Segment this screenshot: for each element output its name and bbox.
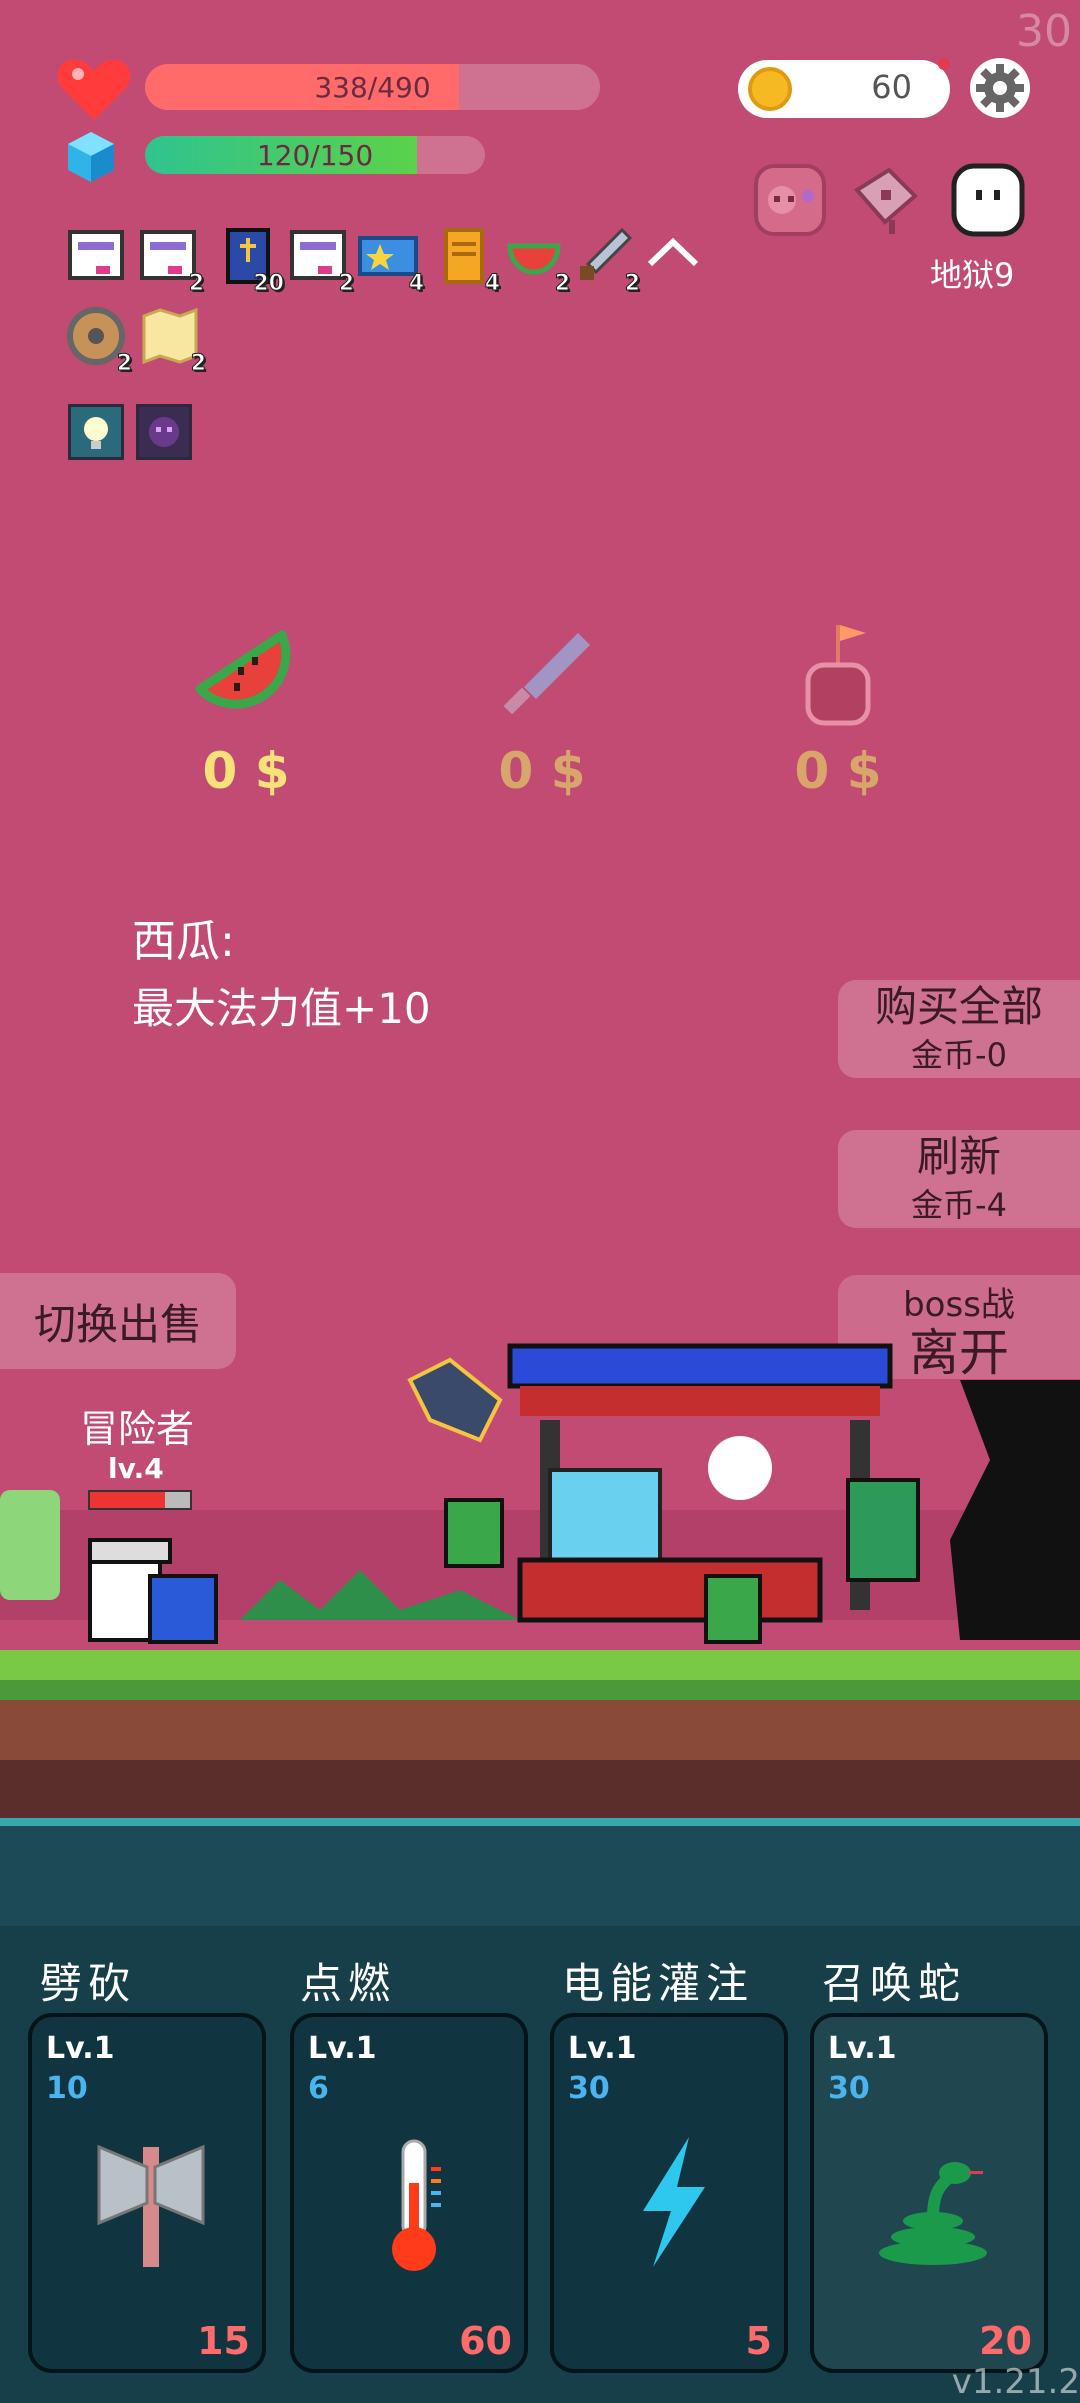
skill-cost: 6 (308, 2071, 329, 2106)
refresh-button[interactable]: 刷新 金币-4 (838, 1130, 1080, 1228)
skill-level: Lv.1 (308, 2031, 377, 2066)
skill-card-charge[interactable]: Lv.1 30 5 (550, 2013, 788, 2373)
snake-icon (879, 2162, 987, 2265)
map-icon[interactable]: 2 (140, 306, 207, 377)
skill-level: Lv.1 (46, 2031, 115, 2066)
demon-relic-icon[interactable] (136, 404, 192, 460)
skill-damage: 20 (979, 2319, 1032, 2363)
thermometer-icon (392, 2139, 441, 2271)
axe-icon (97, 2144, 205, 2267)
star-card-icon[interactable]: 4 (358, 226, 425, 297)
skill-name-2: 点燃 (300, 1959, 397, 2008)
knife-icon[interactable] (486, 615, 606, 735)
item-count: 4 (484, 271, 500, 297)
coin-value: 60 (871, 68, 912, 106)
golden-scroll-icon[interactable]: 4 (434, 226, 501, 297)
skill-damage: 15 (197, 2319, 250, 2363)
level-name: 地狱9 (930, 256, 1015, 294)
sword-icon[interactable]: 2 (574, 226, 641, 297)
buy-all-cost: 金币-0 (911, 1036, 1007, 1075)
item-count: 20 (253, 271, 285, 297)
skill-card-chop[interactable]: Lv.1 10 15 (28, 2013, 266, 2373)
skill-damage: 60 (459, 2319, 512, 2363)
adventurer-name: 冒险者 (80, 1407, 195, 1451)
fps-counter: 30 (1016, 6, 1072, 57)
gear-icon[interactable] (970, 58, 1030, 118)
mp-text: 120/150 (256, 138, 374, 172)
item-count: 2 (554, 271, 570, 297)
potion-flag-icon[interactable] (780, 615, 900, 735)
notification-dot (938, 58, 950, 70)
mana-gem-icon (68, 132, 114, 182)
item-count: 2 (338, 271, 354, 297)
scroll-paper-icon[interactable] (66, 226, 126, 286)
buy-all-button[interactable]: 购买全部 金币-0 (838, 980, 1080, 1078)
item-count: 2 (188, 271, 204, 297)
chevron-up-icon[interactable] (646, 238, 700, 268)
ally-portrait-1[interactable] (750, 160, 830, 240)
mp-bar: 120/150 (145, 136, 485, 174)
skill-card-ignite[interactable]: Lv.1 6 60 (290, 2013, 528, 2373)
skill-name-1: 劈砍 (40, 1959, 137, 2008)
version-label: v1.21.2 (951, 2362, 1080, 2402)
holy-book-icon[interactable]: 20 (218, 226, 284, 297)
hp-text: 338/490 (314, 70, 431, 104)
hp-bar: 338/490 (145, 64, 600, 110)
watermelon-icon[interactable] (186, 615, 306, 735)
item-count: 2 (624, 271, 640, 297)
scroll-paper-icon[interactable]: 2 (288, 226, 355, 297)
skill-level: Lv.1 (568, 2031, 637, 2066)
skill-name-4: 召唤蛇 (822, 1959, 967, 2008)
skill-cost: 30 (568, 2071, 610, 2106)
ally-portrait-2[interactable] (845, 160, 925, 240)
skill-name-3: 电能灌注 (562, 1959, 755, 2008)
skill-damage: 5 (745, 2319, 772, 2363)
skill-cost: 30 (828, 2071, 870, 2106)
lightbulb-relic-icon[interactable] (68, 404, 124, 460)
item-count: 4 (408, 271, 424, 297)
round-shield-icon[interactable]: 2 (66, 306, 133, 377)
inventory-row-1: 2 20 2 4 4 2 2 (66, 226, 699, 297)
adventurer-hp-bar (88, 1490, 192, 1510)
leave-subtitle: boss战 (903, 1285, 1015, 1325)
shop-price-2: 0 $ (498, 742, 586, 800)
item-description: 最大法力值+10 (132, 984, 431, 1033)
shop-price-1: 0 $ (202, 742, 290, 800)
skill-level: Lv.1 (828, 2031, 897, 2066)
coin-counter: 60 (738, 58, 950, 118)
watermelon-icon[interactable]: 2 (504, 226, 571, 297)
refresh-cost: 金币-4 (911, 1186, 1007, 1225)
ghost-portrait[interactable] (948, 160, 1028, 240)
inventory-row-2: 2 2 (66, 306, 226, 377)
item-count: 2 (190, 351, 206, 377)
shop-price-3: 0 $ (794, 742, 882, 800)
skill-cost: 10 (46, 2071, 88, 2106)
skill-card-snake[interactable]: Lv.1 30 20 (810, 2013, 1048, 2373)
item-count: 2 (116, 351, 132, 377)
scroll-paper-icon[interactable]: 2 (138, 226, 205, 297)
refresh-label: 刷新 (916, 1132, 1001, 1181)
adventurer-level: lv.4 (108, 1452, 164, 1485)
item-title: 西瓜: (132, 916, 235, 967)
lightning-icon (643, 2137, 705, 2267)
dark-tree (950, 1380, 1080, 1640)
coin-icon (748, 67, 792, 111)
heart-icon (57, 59, 131, 120)
buy-all-label: 购买全部 (874, 982, 1043, 1031)
